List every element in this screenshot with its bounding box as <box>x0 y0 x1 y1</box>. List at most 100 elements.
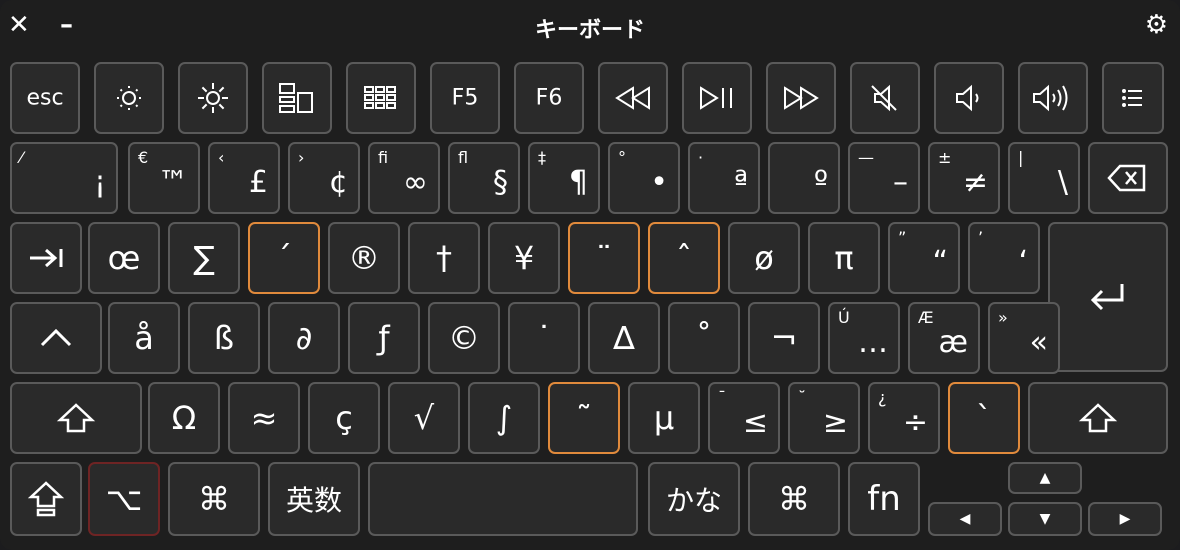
mute-key[interactable] <box>850 62 920 134</box>
right-shift-key[interactable] <box>1028 382 1168 454</box>
main-char: ∑ <box>193 239 215 277</box>
key-row2-11[interactable]: ’ ‘ <box>968 222 1040 294</box>
arrow-up-key[interactable]: ▲ <box>1008 462 1082 494</box>
key-row3-3[interactable]: ƒ <box>348 302 420 374</box>
key-row2-3[interactable]: ® <box>328 222 400 294</box>
left-command-key[interactable]: ⌘ <box>168 462 260 536</box>
key-row4-7[interactable]: ¯ ≤ <box>708 382 780 454</box>
arrow-down-key[interactable]: ▼ <box>1008 502 1082 536</box>
return-icon <box>1050 280 1166 314</box>
mute-icon <box>852 82 918 114</box>
key-row3-5[interactable]: ˙ <box>508 302 580 374</box>
brightness-up-key[interactable] <box>178 62 248 134</box>
main-char: ¬ <box>770 319 798 357</box>
key-10[interactable]: º <box>768 142 840 214</box>
play-pause-key[interactable] <box>682 62 752 134</box>
shift-char: Ú <box>838 308 850 327</box>
key-row4-4[interactable]: ∫ <box>468 382 540 454</box>
key-row2-5[interactable]: ¥ <box>488 222 560 294</box>
fn-key[interactable]: fn <box>848 462 920 536</box>
key-9[interactable]: · ª <box>688 142 760 214</box>
main-char: ˚ <box>696 319 712 357</box>
key-row4-2[interactable]: ç <box>308 382 380 454</box>
option-key[interactable]: ⌥ <box>88 462 160 536</box>
key-row4-1[interactable]: ≈ <box>228 382 300 454</box>
key-1[interactable]: ⁄ ¡ <box>10 142 118 214</box>
key-row4-10[interactable]: ` <box>948 382 1020 454</box>
arrow-left-key[interactable]: ◀ <box>928 502 1002 536</box>
key-row2-8[interactable]: ø <box>728 222 800 294</box>
fast-forward-icon <box>768 84 834 112</box>
key-f5[interactable]: F5 <box>430 62 500 134</box>
key-2[interactable]: € ™ <box>128 142 200 214</box>
main-char: ø <box>754 239 774 277</box>
key-12[interactable]: ± ≠ <box>928 142 1000 214</box>
key-row3-9[interactable]: Ú… <box>828 302 900 374</box>
volume-down-key[interactable] <box>934 62 1004 134</box>
tab-key[interactable] <box>10 222 82 294</box>
key-11[interactable]: — – <box>848 142 920 214</box>
key-row2-7[interactable]: ˆ <box>648 222 720 294</box>
shift-char: › <box>298 148 305 167</box>
key-row4-9[interactable]: ¿ ÷ <box>868 382 940 454</box>
key-esc[interactable]: esc <box>10 62 80 134</box>
key-row2-0[interactable]: œ <box>88 222 160 294</box>
volume-down-icon <box>936 82 1002 114</box>
key-row2-2[interactable]: ´ <box>248 222 320 294</box>
key-row2-1[interactable]: ∑ <box>168 222 240 294</box>
launchpad-key[interactable] <box>346 62 416 134</box>
brightness-down-icon <box>96 80 162 116</box>
key-row3-2[interactable]: ∂ <box>268 302 340 374</box>
key-6[interactable]: ﬂ § <box>448 142 520 214</box>
shift-icon <box>12 401 140 435</box>
list-key[interactable] <box>1102 62 1164 134</box>
space-bar[interactable] <box>368 462 638 536</box>
main-char: ` <box>976 399 992 437</box>
key-row3-0[interactable]: å <box>108 302 180 374</box>
main-char: ª <box>733 165 748 200</box>
key-row2-10[interactable]: ” “ <box>888 222 960 294</box>
main-char: ´ <box>276 239 292 277</box>
settings-gear-icon[interactable]: ⚙ <box>1145 10 1168 40</box>
key-13[interactable]: | \ <box>1008 142 1080 214</box>
eisu-key[interactable]: 英数 <box>268 462 360 536</box>
key-5[interactable]: ﬁ ∞ <box>368 142 440 214</box>
rewind-key[interactable] <box>598 62 668 134</box>
main-char: ¨ <box>596 239 612 277</box>
key-row2-6[interactable]: ¨ <box>568 222 640 294</box>
key-row3-11[interactable]: » « <box>988 302 1060 374</box>
mission-control-icon <box>264 81 330 115</box>
right-command-key[interactable]: ⌘ <box>748 462 840 536</box>
shift-icon <box>1030 401 1166 435</box>
key-row2-4[interactable]: † <box>408 222 480 294</box>
shift-lock-key[interactable] <box>10 462 82 536</box>
key-4[interactable]: › ¢ <box>288 142 360 214</box>
left-shift-key[interactable] <box>10 382 142 454</box>
return-key[interactable] <box>1048 222 1168 372</box>
mission-control-key[interactable] <box>262 62 332 134</box>
key-7[interactable]: ‡ ¶ <box>528 142 600 214</box>
key-row3-4[interactable]: © <box>428 302 500 374</box>
arrow-right-icon: ▶ <box>1119 511 1131 527</box>
arrow-right-key[interactable]: ▶ <box>1088 502 1162 536</box>
volume-up-key[interactable] <box>1018 62 1088 134</box>
key-row3-8[interactable]: ¬ <box>748 302 820 374</box>
caps-lock-key[interactable] <box>10 302 102 374</box>
key-row3-7[interactable]: ˚ <box>668 302 740 374</box>
key-row3-1[interactable]: ß <box>188 302 260 374</box>
kana-key[interactable]: かな <box>648 462 740 536</box>
key-row4-6[interactable]: µ <box>628 382 700 454</box>
key-f6[interactable]: F6 <box>514 62 584 134</box>
brightness-down-key[interactable] <box>94 62 164 134</box>
key-row2-9[interactable]: π <box>808 222 880 294</box>
key-3[interactable]: ‹ £ <box>208 142 280 214</box>
key-row4-5[interactable]: ˜ <box>548 382 620 454</box>
fast-forward-key[interactable] <box>766 62 836 134</box>
key-row3-10[interactable]: Ææ <box>908 302 980 374</box>
delete-key[interactable] <box>1088 142 1168 214</box>
key-row4-3[interactable]: √ <box>388 382 460 454</box>
key-row3-6[interactable]: ∆ <box>588 302 660 374</box>
key-row4-8[interactable]: ˘ ≥ <box>788 382 860 454</box>
key-8[interactable]: ° • <box>608 142 680 214</box>
key-row4-0[interactable]: Ω <box>148 382 220 454</box>
